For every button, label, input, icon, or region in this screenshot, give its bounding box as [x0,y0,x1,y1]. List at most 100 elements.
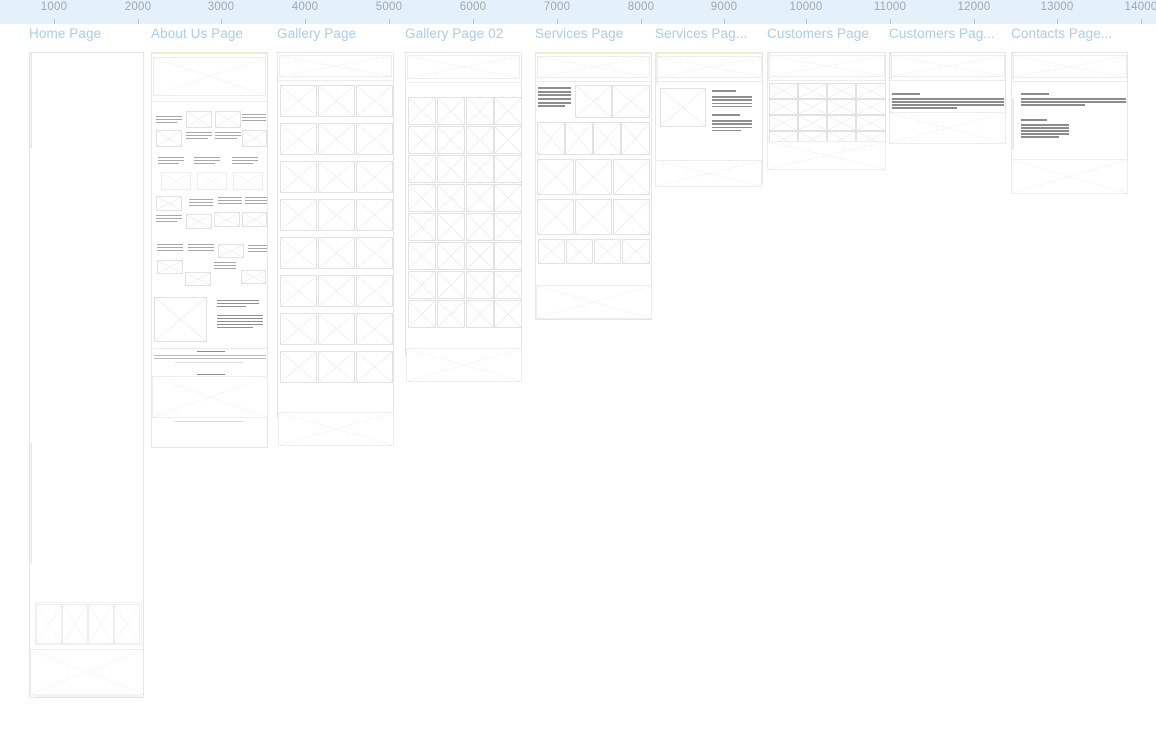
service-tile[interactable] [594,239,621,264]
text-block [218,197,242,206]
customer-logo-tile[interactable] [856,99,885,115]
page-frame-home[interactable] [29,52,144,698]
service-tile[interactable] [566,239,593,264]
gallery-thumb[interactable] [356,123,393,155]
service-tile[interactable] [537,122,565,155]
gallery-thumb[interactable] [280,199,317,231]
service-tile[interactable] [537,199,574,235]
gallery-thumb[interactable] [494,126,521,154]
customer-logo-tile[interactable] [856,83,885,99]
gallery-thumb[interactable] [318,123,355,155]
gallery-thumb[interactable] [318,237,355,269]
service-tile[interactable] [565,122,593,155]
customer-logo-tile[interactable] [798,115,827,131]
gallery-thumb[interactable] [408,213,436,241]
gallery-thumb[interactable] [494,300,521,328]
image-placeholder [215,111,241,128]
gallery-thumb[interactable] [318,85,355,117]
gallery-thumb[interactable] [356,237,393,269]
gallery-thumb[interactable] [494,155,521,183]
gallery-thumb[interactable] [318,161,355,193]
gallery-thumb[interactable] [437,242,465,270]
gallery-thumb[interactable] [494,242,521,270]
gallery-thumb[interactable] [494,213,521,241]
gallery-thumb[interactable] [356,85,393,117]
gallery-thumb[interactable] [356,199,393,231]
gallery-thumb[interactable] [437,300,465,328]
heading-line [1021,119,1047,121]
gallery-thumb[interactable] [466,271,494,299]
gallery-thumb[interactable] [318,351,355,383]
gallery-thumb[interactable] [466,300,494,328]
gallery-thumb[interactable] [437,155,465,183]
service-tile[interactable] [575,199,612,235]
gallery-thumb[interactable] [280,351,317,383]
gallery-thumb[interactable] [280,123,317,155]
service-tile[interactable] [537,159,574,195]
gallery-thumb[interactable] [356,351,393,383]
gallery-thumb[interactable] [280,237,317,269]
customer-logo-tile[interactable] [769,115,798,131]
gallery-thumb[interactable] [408,155,436,183]
service-tile[interactable] [593,122,621,155]
customer-logo-tile[interactable] [798,83,827,99]
gallery-thumb[interactable] [318,199,355,231]
gallery-thumb[interactable] [437,184,465,212]
wireframe-canvas[interactable]: Home Page About Us Page Gallery Page Gal… [0,24,1156,741]
service-tile[interactable] [621,122,650,155]
gallery-thumb[interactable] [466,155,494,183]
gallery-thumb[interactable] [280,161,317,193]
gallery-thumb[interactable] [466,126,494,154]
gallery-thumb[interactable] [408,97,436,125]
gallery-thumb[interactable] [318,275,355,307]
page-frame-gallery-02[interactable] [405,52,522,357]
frame-rail[interactable] [1012,99,1014,149]
ruler-tick-label: 1000 [40,1,68,13]
frame-rail[interactable] [30,53,32,148]
horizontal-ruler[interactable]: 1000 2000 3000 4000 5000 6000 7000 8000 … [0,0,1156,25]
service-tile[interactable] [613,159,650,195]
service-tile[interactable] [613,199,650,235]
gallery-thumb[interactable] [437,97,465,125]
page-frame-customers[interactable] [767,52,886,152]
gallery-thumb[interactable] [318,313,355,345]
gallery-thumb[interactable] [280,85,317,117]
page-frame-gallery[interactable] [277,52,394,418]
gallery-thumb[interactable] [494,97,521,125]
frame-rail[interactable] [30,443,32,563]
page-frame-services[interactable] [535,52,652,320]
customer-logo-tile[interactable] [769,99,798,115]
service-tile[interactable] [575,159,612,195]
service-tile[interactable] [622,239,650,264]
gallery-thumb[interactable] [437,126,465,154]
gallery-thumb[interactable] [356,161,393,193]
gallery-thumb[interactable] [356,313,393,345]
gallery-thumb[interactable] [466,184,494,212]
gallery-thumb[interactable] [494,271,521,299]
gallery-thumb[interactable] [466,213,494,241]
gallery-thumb[interactable] [356,275,393,307]
gallery-thumb[interactable] [280,313,317,345]
gallery-thumb[interactable] [408,242,436,270]
customer-logo-tile[interactable] [769,83,798,99]
customer-logo-tile[interactable] [856,115,885,131]
customer-logo-tile[interactable] [827,115,856,131]
gallery-thumb[interactable] [437,213,465,241]
gallery-thumb[interactable] [280,275,317,307]
gallery-thumb[interactable] [408,126,436,154]
customer-logo-tile[interactable] [827,99,856,115]
image-placeholder [161,172,191,190]
text-block [189,199,213,208]
customer-logo-tile[interactable] [798,99,827,115]
service-tile[interactable] [538,239,565,264]
customer-logo-tile[interactable] [827,83,856,99]
gallery-thumb[interactable] [408,300,436,328]
text-block [156,215,182,224]
gallery-thumb[interactable] [437,271,465,299]
gallery-thumb[interactable] [408,271,436,299]
gallery-thumb[interactable] [494,184,521,212]
gallery-thumb[interactable] [466,242,494,270]
gallery-thumb[interactable] [408,184,436,212]
hero-image-placeholder [279,55,392,77]
gallery-thumb[interactable] [466,97,494,125]
